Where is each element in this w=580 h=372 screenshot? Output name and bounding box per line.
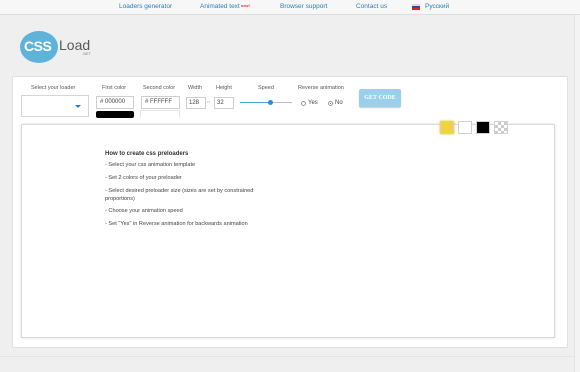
link-proportions-icon[interactable]: ⇔	[206, 99, 211, 105]
nav-browser-support[interactable]: Browser support	[280, 3, 327, 10]
chevron-down-icon	[75, 105, 81, 108]
reverse-animation-label: Reverse animation	[298, 85, 344, 91]
instruction-step: - Select your css animation template	[105, 162, 196, 168]
first-color-label: First color	[102, 85, 127, 91]
preview-bg-yellow[interactable]	[440, 121, 454, 134]
footer-divider	[0, 356, 574, 357]
new-badge: new!	[240, 3, 250, 8]
speed-slider-fill	[240, 102, 271, 103]
nav-language-russian[interactable]: Русский	[425, 3, 449, 10]
width-label: Width	[188, 85, 203, 91]
get-code-button[interactable]: GET CODE	[359, 89, 401, 107]
speed-slider-handle[interactable]	[267, 100, 273, 105]
instruction-step: - Choose your animation speed	[105, 208, 183, 214]
logo-css-text: CSS	[24, 38, 52, 54]
speed-label: Speed	[258, 85, 274, 91]
nav-contact-us[interactable]: Contact us	[356, 3, 387, 10]
reverse-yes-radio[interactable]	[301, 101, 306, 106]
loader-select[interactable]	[21, 95, 89, 117]
reverse-no-radio[interactable]	[328, 101, 333, 106]
first-color-swatch[interactable]	[96, 111, 134, 118]
reverse-no-label: No	[335, 100, 343, 106]
nav-animated-text-label: Animated text	[200, 3, 240, 10]
logo-load-text: Load	[59, 37, 91, 53]
height-label: Height	[216, 85, 232, 91]
height-input[interactable]: 32	[214, 97, 234, 109]
instruction-step: - Select desired preloader size (sizes a…	[105, 188, 254, 202]
instructions-title: How to create css preloaders	[105, 151, 189, 157]
preview-bg-white[interactable]	[458, 121, 472, 134]
width-input[interactable]: 128	[186, 97, 206, 109]
page-scrollbar[interactable]	[574, 15, 580, 372]
loader-label: Select your loader	[31, 85, 76, 91]
russian-flag-icon[interactable]	[412, 4, 420, 10]
preview-area	[21, 124, 555, 338]
second-color-input[interactable]: # FFFFFF	[141, 96, 180, 109]
reverse-yes-label: Yes	[308, 100, 318, 106]
second-color-swatch[interactable]	[140, 110, 180, 118]
preview-bg-black[interactable]	[476, 121, 490, 134]
second-color-label: Second color	[143, 85, 176, 91]
instruction-step: - Set "Yes" in Reverse animation for bac…	[105, 221, 248, 227]
nav-loaders-generator[interactable]: Loaders generator	[119, 3, 172, 10]
preview-bg-transparent[interactable]	[494, 121, 508, 134]
nav-animated-text[interactable]: Animated textnew!	[200, 3, 250, 10]
instruction-step: - Set 2 colors of your preloader	[105, 175, 182, 181]
logo-net-text: .NET	[82, 52, 92, 56]
top-nav: Loaders generator Animated textnew! Brow…	[0, 0, 580, 15]
first-color-input[interactable]: # 000000	[96, 96, 134, 109]
